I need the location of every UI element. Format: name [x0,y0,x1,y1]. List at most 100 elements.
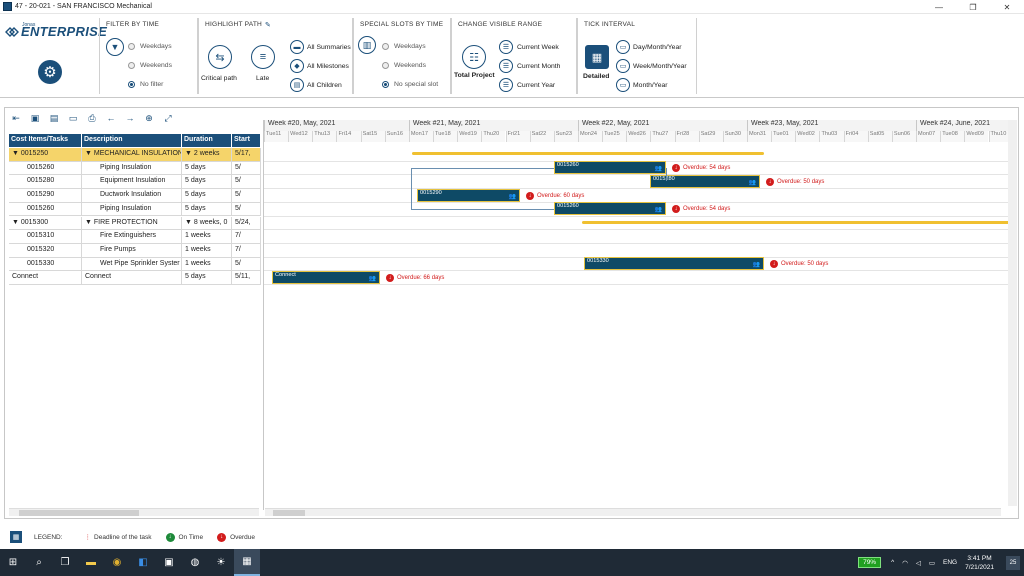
expand-caret-icon[interactable]: ▼ [185,150,194,157]
collapse-icon[interactable]: ▤ [47,111,61,125]
task-bar[interactable]: 0015260 👥 [554,202,666,216]
day-month-year-label[interactable]: Day/Month/Year [633,44,682,51]
table-row[interactable]: 0015290 Ductwork Insulation 5 days 5/ [9,189,261,203]
export-icon[interactable]: ▣ [28,111,42,125]
file-explorer-icon[interactable]: ▬ [78,549,104,576]
current-month-label[interactable]: Current Month [517,63,560,70]
total-project-icon[interactable]: ☷ [462,45,486,69]
resources-icon[interactable]: 👥 [655,165,662,172]
task-bar[interactable]: 0015290 👥 [417,188,520,202]
all-children-icon[interactable]: ▤ [290,78,304,92]
special-slots-icon[interactable]: ▥ [358,36,376,54]
current-week-label[interactable]: Current Week [517,44,559,51]
fit-icon[interactable]: ⤢ [161,111,175,125]
legend-toggle-icon[interactable]: ▦ [10,531,22,543]
app-icon-1[interactable]: ◍ [182,549,208,576]
month-year-label[interactable]: Month/Year [633,82,668,89]
expand-caret-icon[interactable]: ▼ [12,150,21,157]
first-task-icon[interactable]: ⇤ [9,111,23,125]
zoom-icon[interactable]: ⊕ [142,111,156,125]
table-row[interactable]: 0015330 Wet Pipe Sprinkler Syster 1 weeks 5… [9,257,261,272]
volume-icon[interactable]: ◁ [916,559,921,567]
view-icon[interactable]: ▭ [66,111,80,125]
table-row[interactable]: ▼ 0015250 ▼ MECHANICAL INSULATION ▼ 2 week… [9,148,261,162]
table-row[interactable]: 0015320 Fire Pumps 1 weeks 7/ [9,243,261,258]
windows-start-icon[interactable]: ⊞ [0,549,26,576]
timeline-vscrollbar[interactable] [1008,120,1017,506]
terminal-icon[interactable]: ▣ [156,549,182,576]
resources-icon[interactable]: 👥 [655,206,662,213]
table-row[interactable]: 0015260 Piping Insulation 5 days 5/ [9,161,261,176]
column-start[interactable]: Start [232,134,261,147]
timeline-hscrollbar[interactable] [265,508,1001,516]
arrow-left-icon[interactable]: ← [104,111,118,125]
critical-path-label[interactable]: Critical path [201,75,237,82]
settings-gear-icon[interactable]: ⚙ [38,60,62,84]
minimize-button[interactable]: — [922,0,956,14]
chrome-icon[interactable]: ◉ [104,549,130,576]
column-description[interactable]: Description [82,134,182,147]
network-icon[interactable]: ◠ [902,559,908,567]
close-button[interactable]: ✕ [990,0,1024,14]
expand-caret-icon[interactable]: ▼ [12,219,21,226]
clock[interactable]: 3:41 PM 7/21/2021 [965,554,994,572]
print-icon[interactable]: ⎙ [85,111,99,125]
day-month-year-icon[interactable]: ▭ [616,40,630,54]
all-milestones-icon[interactable]: ◆ [290,59,304,73]
resources-icon[interactable]: 👥 [509,193,516,200]
current-year-label[interactable]: Current Year [517,82,555,89]
column-duration[interactable]: Duration [182,134,232,147]
total-project-label[interactable]: Total Project [454,72,495,79]
table-row[interactable]: ▼ 0015300 ▼ FIRE PROTECTION ▼ 8 weeks, 0 5/… [9,216,261,231]
filter-funnel-icon[interactable]: ▼ [106,38,124,56]
battery-icon[interactable]: ▭ [929,559,935,567]
grid-hscrollbar[interactable] [9,508,259,516]
tray-chevron-icon[interactable]: ^ [891,559,894,566]
task-bar[interactable]: Connect 👥 [272,270,380,284]
all-milestones-label[interactable]: All Milestones [307,63,349,70]
notification-badge[interactable]: 25 [1006,555,1020,570]
current-month-icon[interactable]: ☰ [499,59,513,73]
restore-button[interactable]: ❐ [956,0,990,14]
arrow-right-icon[interactable]: → [123,111,137,125]
all-summaries-icon[interactable]: ▬ [290,40,304,54]
column-cost-items[interactable]: Cost Items/Tasks [9,134,82,147]
critical-path-icon[interactable]: ⇆ [208,45,232,69]
detailed-icon[interactable]: ▦ [585,45,609,69]
expand-caret-icon[interactable]: ▼ [185,219,194,226]
all-children-label[interactable]: All Children [307,82,342,89]
resources-icon[interactable]: 👥 [753,261,760,268]
current-week-icon[interactable]: ☰ [499,40,513,54]
current-year-icon[interactable]: ☰ [499,78,513,92]
language-indicator[interactable]: ENG [943,559,957,566]
resources-icon[interactable]: 👥 [369,275,376,282]
app-icon-2[interactable]: ☀ [208,549,234,576]
table-row[interactable]: 0015280 Equipment Insulation 5 days 5/ [9,175,261,190]
search-icon[interactable]: ⌕ [26,549,52,576]
expand-caret-icon[interactable]: ▼ [85,219,94,226]
special-weekends-option[interactable]: Weekends [382,62,426,69]
task-view-icon[interactable]: ❐ [52,549,78,576]
battery-indicator[interactable]: 79% [858,557,882,568]
jonas-enterprise-taskbar-icon[interactable]: ▦ [234,549,260,576]
week-month-year-icon[interactable]: ▭ [616,59,630,73]
late-icon[interactable]: ≡ [251,45,275,69]
special-none-option[interactable]: No special slot [382,81,438,88]
week-month-year-label[interactable]: Week/Month/Year [633,63,687,70]
month-year-icon[interactable]: ▭ [616,78,630,92]
filter-weekends-option[interactable]: Weekends [128,62,172,69]
outlook-icon[interactable]: ◧ [130,549,156,576]
filter-no-filter-option[interactable]: No filter [128,81,163,88]
table-row[interactable]: 0015260 Piping Insulation 5 days 5/ [9,202,261,217]
table-row[interactable]: Connect Connect 5 days 5/11, [9,271,261,285]
all-summaries-label[interactable]: All Summaries [307,44,351,51]
table-row[interactable]: 0015310 Fire Extinguishers 1 weeks 7/ [9,230,261,244]
late-label[interactable]: Late [256,75,269,82]
detailed-label[interactable]: Detailed [583,73,609,80]
task-bar[interactable]: 0015260 👥 [554,161,666,175]
task-bar[interactable]: 0015330 👥 [584,257,764,271]
special-weekdays-option[interactable]: Weekdays [382,43,426,50]
filter-weekdays-option[interactable]: Weekdays [128,43,172,50]
expand-caret-icon[interactable]: ▼ [85,150,94,157]
resources-icon[interactable]: 👥 [749,179,756,186]
